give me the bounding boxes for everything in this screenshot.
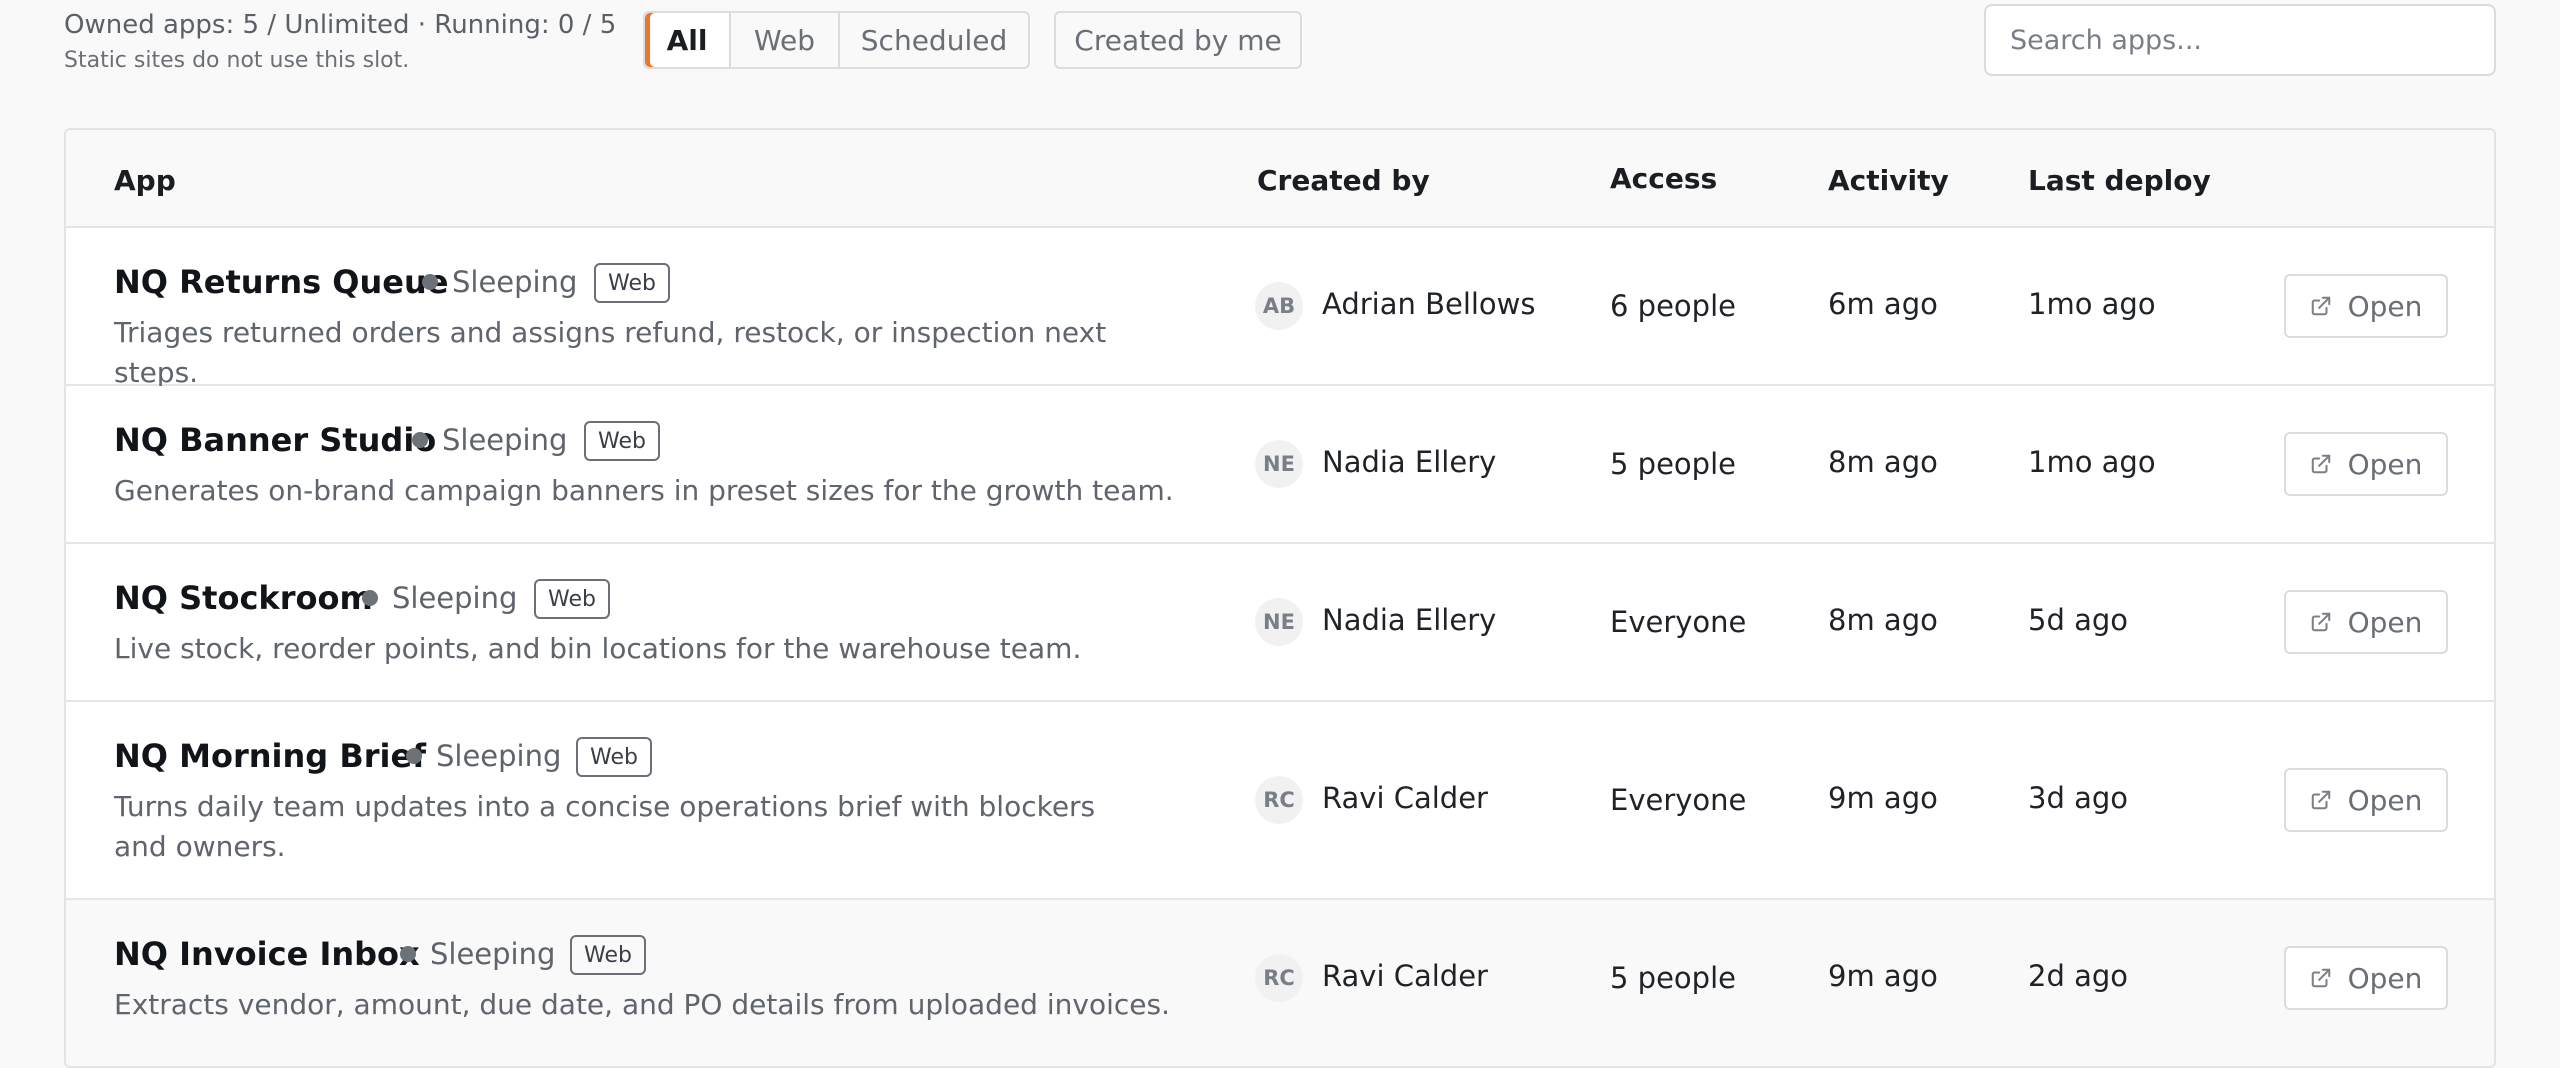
access-value: Everyone xyxy=(1610,605,1747,639)
external-link-icon xyxy=(2311,790,2330,810)
app-name[interactable]: NQ Invoice Inbox xyxy=(114,935,420,973)
app-description: Live stock, reorder points, and bin loca… xyxy=(114,632,1082,665)
status-label: Sleeping xyxy=(442,423,568,457)
last-deploy-value: 1mo ago xyxy=(2028,445,2156,479)
creator-name: Ravi Calder xyxy=(1322,959,1488,993)
activity-value: 9m ago xyxy=(1828,959,1938,993)
external-link-icon xyxy=(2311,296,2330,316)
avatar: NE xyxy=(1255,440,1303,488)
external-link-icon xyxy=(2311,968,2330,988)
quota-text: Owned apps: 5 / Unlimited · Running: 0 /… xyxy=(64,10,617,40)
creator-name: Ravi Calder xyxy=(1322,781,1488,815)
app-description: Turns daily team updates into a concise … xyxy=(114,790,1096,863)
open-button-label: Open xyxy=(2347,961,2423,995)
type-badge: Web xyxy=(534,579,610,619)
external-link-icon xyxy=(2311,454,2330,474)
filter-web-button[interactable]: Web xyxy=(729,13,838,67)
status-badge: Sleeping xyxy=(406,739,561,773)
type-badge: Web xyxy=(594,263,670,303)
activity-value: 6m ago xyxy=(1828,287,1938,321)
status-dot-icon xyxy=(422,274,438,290)
table-row[interactable]: NQ Morning Brief Sleeping Web Turns dail… xyxy=(66,702,2494,900)
app-name[interactable]: NQ Stockroom xyxy=(114,579,373,617)
last-deploy-value: 1mo ago xyxy=(2028,287,2156,321)
last-deploy-value: 2d ago xyxy=(2028,959,2128,993)
quota-info: Owned apps: 5 / Unlimited · Running: 0 /… xyxy=(64,10,616,73)
status-badge: Sleeping xyxy=(412,423,567,457)
last-deploy-value: 3d ago xyxy=(2028,781,2128,815)
status-label: Sleeping xyxy=(452,265,578,299)
creator-name: Nadia Ellery xyxy=(1322,603,1497,637)
open-app-button[interactable]: Open xyxy=(2284,768,2448,832)
status-badge: Sleeping xyxy=(400,937,555,971)
open-button-label: Open xyxy=(2347,289,2423,323)
column-header-access: Access xyxy=(1610,162,1718,195)
apps-table: App Created by Access Activity Last depl… xyxy=(64,128,2496,1068)
status-dot-icon xyxy=(412,432,428,448)
status-label: Sleeping xyxy=(392,581,518,615)
open-button-label: Open xyxy=(2347,605,2423,639)
access-value: 5 people xyxy=(1610,447,1736,481)
quota-note: Static sites do not use this slot. xyxy=(64,48,410,73)
status-dot-icon xyxy=(406,748,422,764)
last-deploy-value: 5d ago xyxy=(2028,603,2128,637)
status-label: Sleeping xyxy=(430,937,556,971)
search-input[interactable] xyxy=(1984,4,2496,76)
status-dot-icon xyxy=(400,946,416,962)
app-description: Extracts vendor, amount, due date, and P… xyxy=(114,988,1170,1021)
avatar: NE xyxy=(1255,598,1303,646)
filter-scheduled-button[interactable]: Scheduled xyxy=(838,13,1028,67)
status-badge: Sleeping xyxy=(422,265,577,299)
column-header-created-by: Created by xyxy=(1257,164,1430,197)
activity-value: 8m ago xyxy=(1828,603,1938,637)
table-row[interactable]: NQ Returns Queue Sleeping Web Triages re… xyxy=(66,228,2494,389)
status-dot-icon xyxy=(362,590,378,606)
access-value: Everyone xyxy=(1610,783,1747,817)
open-button-label: Open xyxy=(2347,783,2423,817)
app-description: Triages returned orders and assigns refu… xyxy=(114,316,1107,389)
app-description: Generates on-brand campaign banners in p… xyxy=(114,474,1174,507)
creator-name: Adrian Bellows xyxy=(1322,287,1536,321)
table-row[interactable]: NQ Invoice Inbox Sleeping Web Extracts v… xyxy=(66,900,2494,1066)
creator-name: Nadia Ellery xyxy=(1322,445,1497,479)
app-name[interactable]: NQ Morning Brief xyxy=(114,737,426,775)
open-app-button[interactable]: Open xyxy=(2284,432,2448,496)
filter-all-button[interactable]: All xyxy=(645,13,729,67)
table-row[interactable]: NQ Banner Studio Sleeping Web Generates … xyxy=(66,386,2494,544)
open-app-button[interactable]: Open xyxy=(2284,946,2448,1010)
filter-segmented-control: All Web Scheduled xyxy=(643,11,1030,69)
created-by-me-button[interactable]: Created by me xyxy=(1054,11,1302,69)
open-app-button[interactable]: Open xyxy=(2284,274,2448,338)
open-app-button[interactable]: Open xyxy=(2284,590,2448,654)
open-button-label: Open xyxy=(2347,447,2423,481)
status-badge: Sleeping xyxy=(362,581,517,615)
avatar: AB xyxy=(1255,282,1303,330)
app-name[interactable]: NQ Returns Queue xyxy=(114,263,448,301)
type-badge: Web xyxy=(576,737,652,777)
column-header-last-deploy: Last deploy xyxy=(2028,164,2211,197)
activity-value: 8m ago xyxy=(1828,445,1938,479)
app-name[interactable]: NQ Banner Studio xyxy=(114,421,436,459)
avatar: RC xyxy=(1255,776,1303,824)
type-badge: Web xyxy=(570,935,646,975)
access-value: 5 people xyxy=(1610,961,1736,995)
type-badge: Web xyxy=(584,421,660,461)
activity-value: 9m ago xyxy=(1828,781,1938,815)
access-value: 6 people xyxy=(1610,289,1736,323)
status-label: Sleeping xyxy=(436,739,562,773)
avatar: RC xyxy=(1255,954,1303,1002)
column-header-app: App xyxy=(114,164,176,197)
table-row[interactable]: NQ Stockroom Sleeping Web Live stock, re… xyxy=(66,544,2494,702)
toolbar: Owned apps: 5 / Unlimited · Running: 0 /… xyxy=(0,0,2560,110)
external-link-icon xyxy=(2311,612,2330,632)
column-header-activity: Activity xyxy=(1828,164,1949,197)
table-header: App Created by Access Activity Last depl… xyxy=(66,130,2494,228)
